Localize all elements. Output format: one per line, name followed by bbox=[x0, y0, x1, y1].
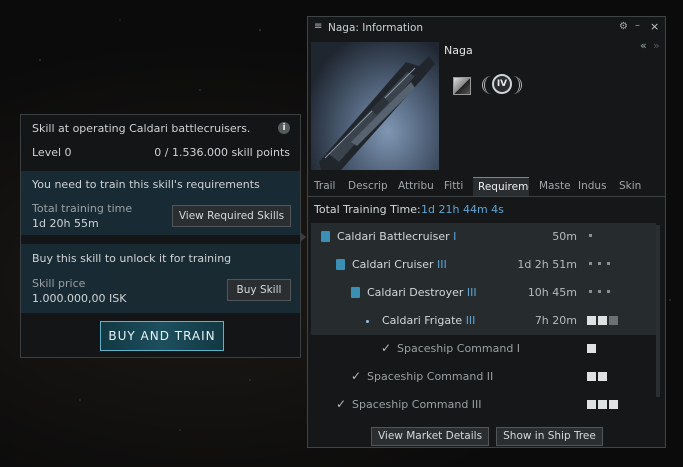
skill-row[interactable]: Caldari Destroyer III 10h 45m bbox=[311, 279, 656, 307]
ship-image bbox=[311, 42, 439, 170]
skill-row[interactable]: Caldari Cruiser III 1d 2h 51m bbox=[311, 251, 656, 279]
skill-name: Spaceship Command II bbox=[367, 370, 494, 383]
info-icon[interactable]: i bbox=[278, 122, 290, 134]
skill-name: Caldari Cruiser III bbox=[352, 258, 447, 271]
requirements-section: You need to train this skill's requireme… bbox=[21, 171, 300, 235]
scrollbar[interactable] bbox=[656, 225, 660, 397]
show-in-ship-tree-button[interactable]: Show in Ship Tree bbox=[496, 427, 603, 446]
skill-time: 50m bbox=[552, 230, 577, 243]
level-box bbox=[598, 400, 607, 409]
tab-fitti[interactable]: Fitti bbox=[444, 177, 468, 196]
level-box bbox=[609, 400, 618, 409]
skillbook-icon bbox=[321, 231, 330, 242]
window-titlebar[interactable]: ≡ Naga: Information ⚙ – × bbox=[308, 17, 665, 39]
skill-row[interactable]: Caldari Frigate III 7h 20m bbox=[311, 307, 656, 335]
buy-section: Buy this skill to unlock it for training… bbox=[21, 244, 300, 313]
tab-maste[interactable]: Maste bbox=[539, 177, 571, 196]
skill-name: Spaceship Command I bbox=[397, 342, 521, 355]
skill-price-value: 1.000.000,00 ISK bbox=[32, 292, 127, 305]
skill-name: Caldari Frigate III bbox=[382, 314, 476, 327]
buy-and-train-button[interactable]: BUY AND TRAIN bbox=[100, 321, 224, 351]
close-icon[interactable]: × bbox=[650, 20, 659, 33]
ship-name: Naga bbox=[444, 44, 473, 57]
bullet-icon bbox=[366, 320, 369, 323]
tab-requireme[interactable]: Requireme bbox=[473, 177, 529, 196]
menu-icon[interactable]: ≡ bbox=[314, 21, 322, 32]
settings-icon[interactable]: ⚙ bbox=[619, 21, 628, 32]
info-window: ≡ Naga: Information ⚙ – × « » Naga IV Tr… bbox=[307, 16, 666, 448]
requirements-tree: Caldari Battlecruiser I 50m Caldari Cruise… bbox=[311, 223, 656, 418]
buy-skill-button[interactable]: Buy Skill bbox=[227, 279, 291, 301]
tooltip-pointer bbox=[300, 232, 306, 242]
skill-price-label: Skill price bbox=[32, 277, 86, 290]
skill-row[interactable]: ✓ Spaceship Command I bbox=[311, 335, 656, 363]
level-box bbox=[587, 344, 596, 353]
skill-time: 1d 2h 51m bbox=[517, 258, 577, 271]
info-tabs: Trail Descrip Attribu Fitti Requireme Maste In… bbox=[308, 177, 665, 197]
minimize-icon[interactable]: – bbox=[635, 20, 640, 31]
tab-attribu[interactable]: Attribu bbox=[398, 177, 438, 196]
tab-descrip[interactable]: Descrip bbox=[348, 177, 393, 196]
total-training-label: Total Training Time: bbox=[314, 203, 421, 216]
level-box bbox=[587, 372, 596, 381]
skill-row[interactable]: ✓ Spaceship Command III bbox=[311, 391, 656, 419]
tab-skin[interactable]: Skin bbox=[619, 177, 649, 196]
view-market-details-button[interactable]: View Market Details bbox=[371, 427, 489, 446]
skill-time: 10h 45m bbox=[527, 286, 577, 299]
skill-name: Caldari Battlecruiser I bbox=[337, 230, 457, 243]
skill-points: 0 / 1.536.000 skill points bbox=[154, 146, 290, 159]
check-icon: ✓ bbox=[381, 341, 392, 355]
tech-level-badge: IV bbox=[482, 74, 522, 96]
level-pip bbox=[607, 290, 610, 293]
tab-indus[interactable]: Indus bbox=[578, 177, 614, 196]
tab-trail[interactable]: Trail bbox=[314, 177, 342, 196]
level-box bbox=[609, 316, 618, 325]
skill-row[interactable]: ✓ Spaceship Command II bbox=[311, 363, 656, 391]
level-pip bbox=[589, 290, 592, 293]
skill-description: Skill at operating Caldari battlecruiser… bbox=[32, 122, 251, 135]
skill-level: Level 0 bbox=[32, 146, 72, 159]
level-pip bbox=[598, 290, 601, 293]
skill-name: Spaceship Command III bbox=[352, 398, 482, 411]
skill-row[interactable]: Caldari Battlecruiser I 50m bbox=[311, 223, 656, 251]
buy-heading: Buy this skill to unlock it for training bbox=[32, 252, 232, 265]
requirements-heading: You need to train this skill's requireme… bbox=[32, 178, 260, 191]
level-pip bbox=[607, 262, 610, 265]
skill-tooltip-panel: Skill at operating Caldari battlecruiser… bbox=[20, 114, 301, 358]
level-pip bbox=[598, 262, 601, 265]
level-box bbox=[587, 316, 596, 325]
skillbook-icon bbox=[351, 287, 360, 298]
forward-icon[interactable]: » bbox=[653, 39, 660, 52]
skill-time: 7h 20m bbox=[534, 314, 577, 327]
level-box bbox=[598, 316, 607, 325]
level-box bbox=[598, 372, 607, 381]
skillbook-icon bbox=[336, 259, 345, 270]
skill-name: Caldari Destroyer III bbox=[367, 286, 477, 299]
check-icon: ✓ bbox=[336, 397, 347, 411]
training-time-value: 1d 20h 55m bbox=[32, 217, 99, 230]
view-required-skills-button[interactable]: View Required Skills bbox=[172, 205, 291, 227]
level-pip bbox=[589, 262, 592, 265]
level-box bbox=[587, 400, 596, 409]
total-training-value: 1d 21h 44m 4s bbox=[421, 203, 504, 216]
training-time-label: Total training time bbox=[32, 202, 133, 215]
check-icon: ✓ bbox=[351, 369, 362, 383]
window-title: Naga: Information bbox=[328, 22, 424, 34]
back-icon[interactable]: « bbox=[640, 39, 647, 52]
level-pip bbox=[589, 234, 592, 237]
ship-group-icon[interactable] bbox=[453, 77, 471, 95]
